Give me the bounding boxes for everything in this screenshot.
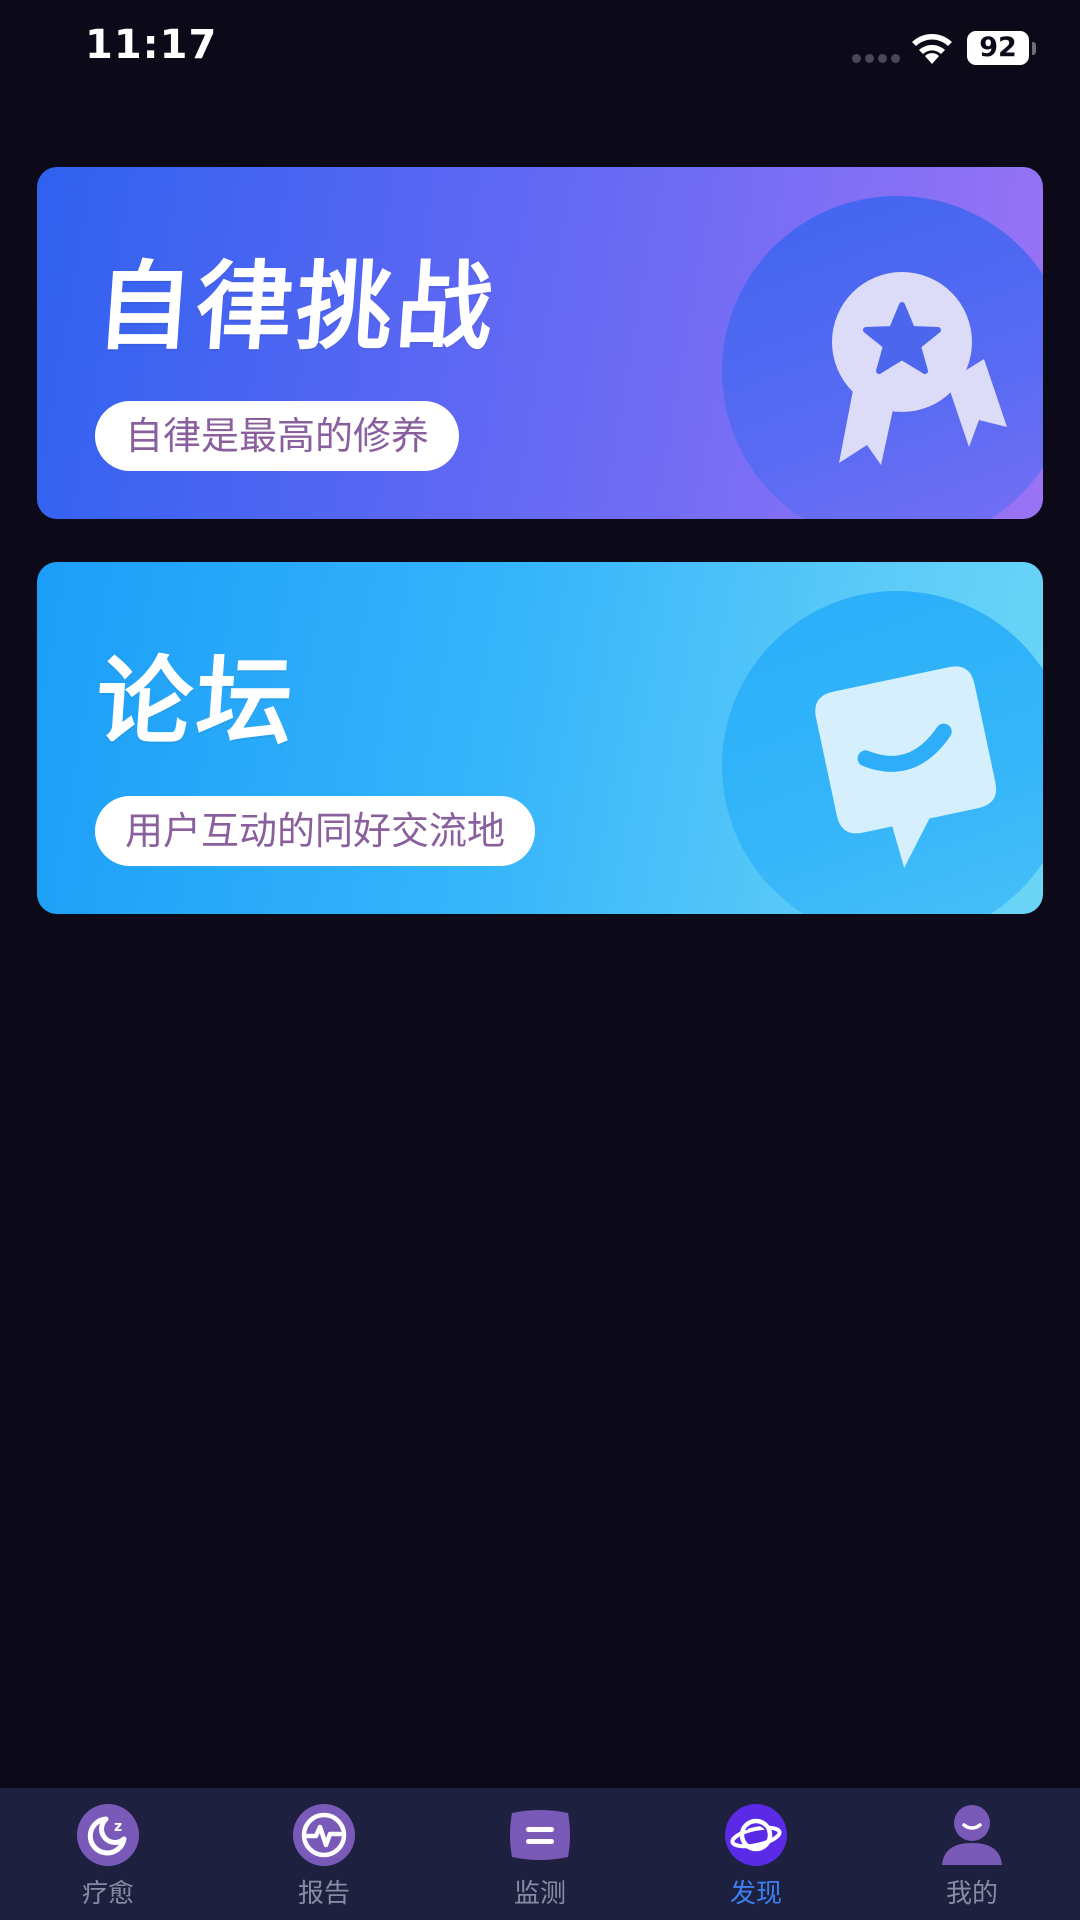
tab-healing[interactable]: z 疗愈 <box>0 1788 216 1920</box>
discover-screen: 11:17 92 自律挑战 自律是最高的修养 论坛 用户互动的同好交流地 z 疗… <box>0 0 1080 1920</box>
challenge-card[interactable]: 自律挑战 自律是最高的修养 <box>37 167 1043 519</box>
wifi-icon <box>912 34 952 64</box>
chat-bubble-icon <box>815 666 997 868</box>
tab-report[interactable]: 报告 <box>216 1788 432 1920</box>
moon-sleep-icon: z <box>76 1803 140 1867</box>
tab-label: 发现 <box>729 1879 782 1909</box>
planet-icon <box>724 1803 788 1867</box>
status-time: 11:17 <box>85 22 218 68</box>
tab-label: 我的 <box>945 1879 998 1909</box>
forum-card[interactable]: 论坛 用户互动的同好交流地 <box>37 562 1043 914</box>
bottom-tab-bar: z 疗愈 报告 监测 发现 我的 <box>0 1788 1080 1920</box>
tab-mine[interactable]: 我的 <box>864 1788 1080 1920</box>
award-ribbon-icon <box>832 272 1007 465</box>
battery-indicator: 92 <box>967 31 1029 65</box>
user-icon <box>940 1803 1004 1867</box>
challenge-card-title: 自律挑战 <box>92 251 501 363</box>
pulse-icon <box>292 1803 356 1867</box>
forum-card-subtitle: 用户互动的同好交流地 <box>95 796 536 866</box>
svg-text:z: z <box>114 1819 122 1835</box>
tab-label: 监测 <box>513 1879 566 1909</box>
tab-label: 疗愈 <box>81 1879 134 1909</box>
tab-discover[interactable]: 发现 <box>648 1788 864 1920</box>
status-bar: 11:17 92 <box>0 0 1080 100</box>
pillow-icon <box>508 1803 572 1867</box>
cellular-signal-icon <box>852 54 902 63</box>
challenge-card-subtitle: 自律是最高的修养 <box>95 401 460 471</box>
battery-tip <box>1032 42 1036 55</box>
forum-card-title: 论坛 <box>92 646 301 758</box>
tab-label: 报告 <box>297 1879 350 1909</box>
tab-monitor[interactable]: 监测 <box>432 1788 648 1920</box>
